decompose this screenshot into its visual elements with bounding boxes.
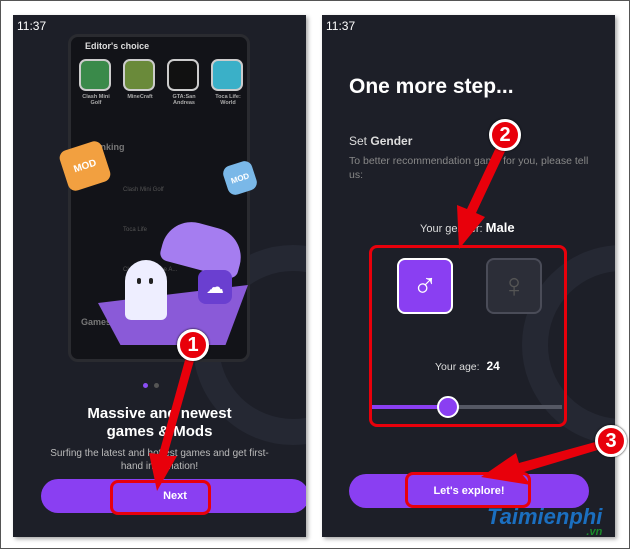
annotation-arrows bbox=[149, 141, 601, 491]
annotation-step-1: 1 bbox=[177, 329, 209, 361]
annotation-arrow-3 bbox=[481, 441, 601, 485]
annotation-step-2: 2 bbox=[489, 119, 521, 151]
annotation-arrow-1 bbox=[149, 353, 195, 491]
watermark-logo: Taimienphi .vn bbox=[487, 504, 603, 538]
annotation-arrow-2 bbox=[457, 141, 507, 249]
annotation-step-3: 3 bbox=[595, 425, 627, 457]
